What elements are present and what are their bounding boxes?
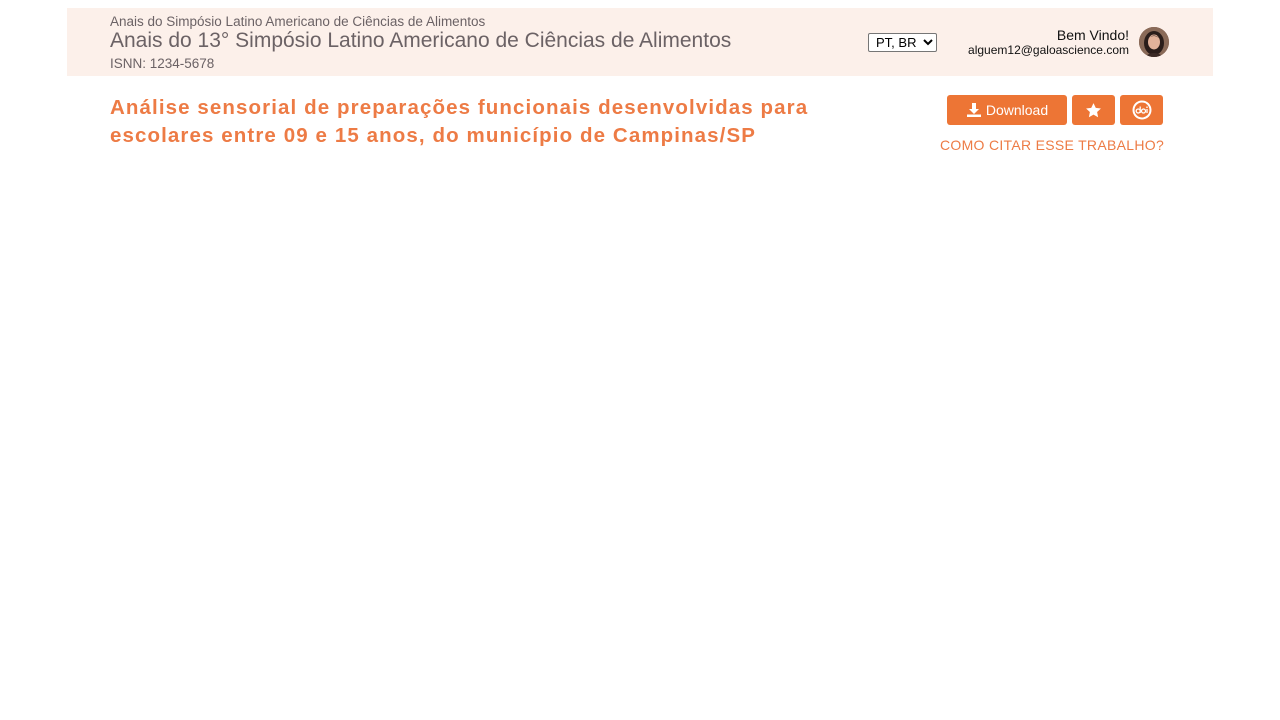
star-icon: [1086, 102, 1101, 117]
download-label: Download: [985, 102, 1049, 118]
welcome-text: Bem Vindo!: [1056, 27, 1129, 43]
user-avatar-icon: [1139, 27, 1169, 57]
cite-link[interactable]: COMO CITAR ESSE TRABALHO?: [940, 137, 1164, 153]
avatar[interactable]: [1139, 27, 1169, 57]
paper-title: Análise sensorial de preparações funcion…: [110, 96, 809, 147]
doi-icon: [1132, 100, 1151, 120]
site-header: Anais do Simpósio Latino Americano de Ci…: [67, 8, 1213, 76]
favorite-button[interactable]: [1072, 95, 1115, 125]
download-icon: [966, 103, 981, 117]
download-button[interactable]: Download: [947, 95, 1067, 125]
event-title[interactable]: Anais do 13° Simpósio Latino Americano d…: [110, 29, 731, 53]
language-select[interactable]: PT, BR: [868, 33, 937, 52]
event-subtitle: Anais do Simpósio Latino Americano de Ci…: [110, 14, 486, 29]
issn-label: ISNN: 1234-5678: [110, 56, 215, 71]
user-email: alguem12@galoascience.com: [968, 43, 1129, 57]
doi-button[interactable]: [1120, 95, 1163, 125]
